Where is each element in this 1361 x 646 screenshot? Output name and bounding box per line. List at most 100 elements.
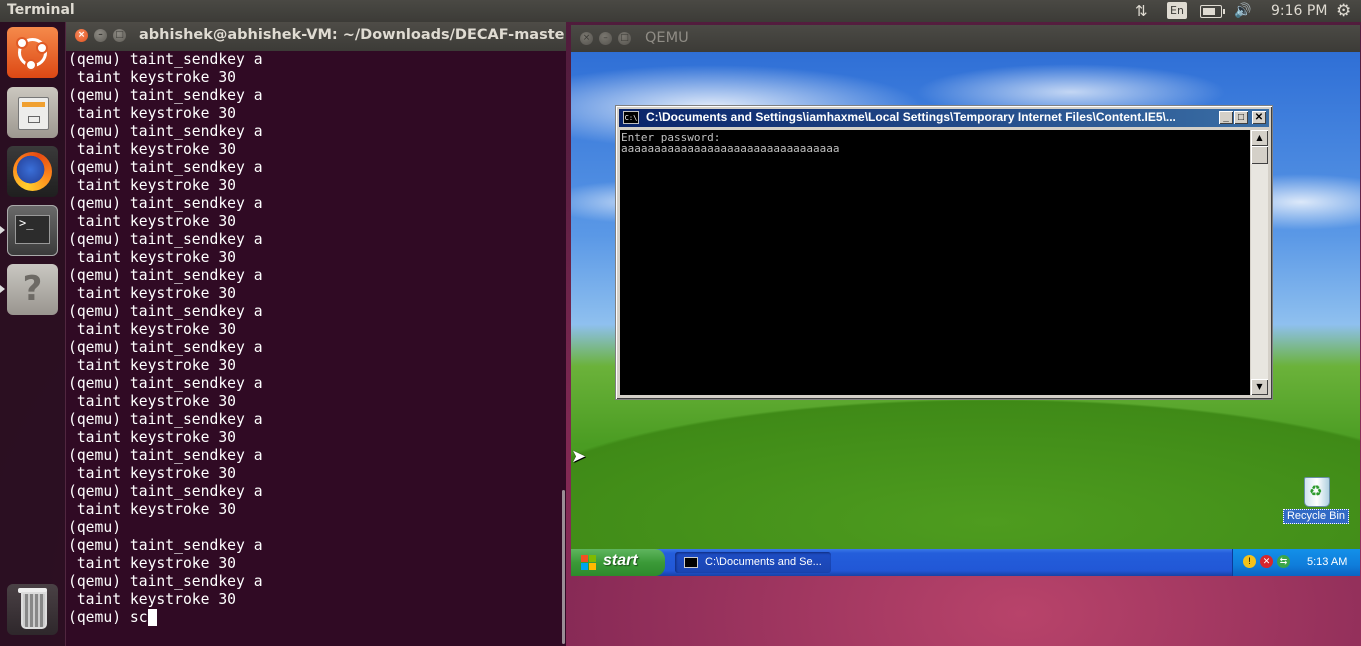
cmd-icon: C:\ xyxy=(623,111,639,124)
windows-flag-icon xyxy=(581,555,597,570)
battery-icon[interactable] xyxy=(1200,5,1225,18)
terminal-line: (qemu) taint_sendkey a xyxy=(68,303,263,320)
terminal-line: taint keystroke 30 xyxy=(68,141,237,158)
terminal-line: taint keystroke 30 xyxy=(68,393,237,410)
clock[interactable]: 9:16 PM xyxy=(1271,0,1327,22)
terminal-window[interactable]: × – □ abhishek@abhishek-VM: ~/Downloads/… xyxy=(66,22,566,646)
ubuntu-logo-dot xyxy=(16,37,28,49)
terminal-line: taint keystroke 30 xyxy=(68,177,237,194)
guest-desktop[interactable]: C:\ C:\Documents and Settings\iamhaxme\L… xyxy=(571,52,1360,576)
terminal-line: (qemu) taint_sendkey a xyxy=(68,159,263,176)
help-icon[interactable]: ? xyxy=(7,264,58,315)
terminal-line: (qemu) xyxy=(68,519,122,536)
mouse-pointer-icon: ➤ xyxy=(571,446,587,467)
security-alert-icon[interactable]: ✕ xyxy=(1260,555,1273,568)
firefox-globe-graphic xyxy=(13,152,52,191)
terminal-line: (qemu) taint_sendkey a xyxy=(68,339,263,356)
keyboard-layout-indicator[interactable]: En xyxy=(1167,2,1187,19)
scroll-up-arrow-icon[interactable]: ▲ xyxy=(1251,130,1268,146)
terminal-window-title: abhishek@abhishek-VM: ~/Downloads/DECAF-… xyxy=(139,27,564,43)
recycle-bin-icon xyxy=(1304,477,1330,507)
trash-can xyxy=(21,592,47,629)
maximize-button[interactable]: □ xyxy=(113,29,126,42)
terminal-icon[interactable]: >_ xyxy=(7,205,58,256)
running-app-pip xyxy=(0,226,5,234)
sound-icon[interactable]: 🔊 xyxy=(1234,0,1251,22)
firefox-icon[interactable] xyxy=(7,146,58,197)
cmd-minimize-button[interactable]: _ xyxy=(1219,111,1233,124)
terminal-line: (qemu) taint_sendkey a xyxy=(68,483,263,500)
terminal-line: (qemu) taint_sendkey a xyxy=(68,411,263,428)
guest-clock: 5:13 AM xyxy=(1307,556,1348,568)
qemu-window[interactable]: × – □ QEMU C:\ C:\Documents and Settings… xyxy=(571,25,1360,576)
start-label: start xyxy=(603,552,638,569)
terminal-line: taint keystroke 30 xyxy=(68,555,237,572)
terminal-scrollbar[interactable] xyxy=(562,490,565,644)
taskbar-task-cmd[interactable]: C:\Documents and Se... xyxy=(675,552,831,573)
scroll-down-arrow-icon[interactable]: ▼ xyxy=(1251,379,1268,395)
terminal-line: (qemu) taint_sendkey a xyxy=(68,87,263,104)
terminal-line: taint keystroke 30 xyxy=(68,105,237,122)
security-shield-icon[interactable]: ! xyxy=(1243,555,1256,568)
cmd-close-button[interactable]: ✕ xyxy=(1252,111,1266,124)
cmd-maximize-button[interactable]: □ xyxy=(1234,111,1248,124)
qemu-titlebar[interactable]: × – □ QEMU xyxy=(571,25,1360,52)
terminal-line: taint keystroke 30 xyxy=(68,285,237,302)
cmd-task-icon xyxy=(684,557,698,568)
network-tray-icon[interactable]: ⇆ xyxy=(1277,555,1290,568)
ubuntu-logo-dot xyxy=(36,42,48,54)
terminal-prompt-text: (qemu) sc xyxy=(68,609,148,626)
terminal-line: taint keystroke 30 xyxy=(68,357,237,374)
terminal-line: (qemu) taint_sendkey a xyxy=(68,375,263,392)
terminal-line: taint keystroke 30 xyxy=(68,591,237,608)
console-line: aaaaaaaaaaaaaaaaaaaaaaaaaaaaaaaaa xyxy=(621,142,840,155)
terminal-line: (qemu) taint_sendkey a xyxy=(68,447,263,464)
minimize-button[interactable]: – xyxy=(94,29,107,42)
terminal-line: taint keystroke 30 xyxy=(68,501,237,518)
terminal-prompt-line[interactable]: (qemu) sc xyxy=(66,609,560,627)
start-button[interactable]: start xyxy=(571,549,665,576)
terminal-output[interactable]: (qemu) taint_sendkey a taint keystroke 3… xyxy=(66,51,560,646)
settings-gear-icon[interactable]: ⚙ xyxy=(1336,0,1351,22)
cmd-window[interactable]: C:\ C:\Documents and Settings\iamhaxme\L… xyxy=(615,105,1273,400)
cmd-window-title: C:\Documents and Settings\iamhaxme\Local… xyxy=(646,110,1176,124)
terminal-line: (qemu) taint_sendkey a xyxy=(68,51,263,68)
close-button[interactable]: × xyxy=(75,29,88,42)
system-tray: ! ✕ ⇆ 5:13 AM xyxy=(1232,549,1360,576)
terminal-line: (qemu) taint_sendkey a xyxy=(68,195,263,212)
trash-icon[interactable] xyxy=(7,584,58,635)
recycle-bin-shortcut[interactable]: Recycle Bin xyxy=(1283,477,1349,527)
launcher: >_ ? xyxy=(0,22,66,646)
qemu-window-title: QEMU xyxy=(645,30,689,46)
ubuntu-dash-icon[interactable] xyxy=(7,27,58,78)
terminal-line: taint keystroke 30 xyxy=(68,321,237,338)
help-question-glyph: ? xyxy=(22,269,43,309)
running-app-pip xyxy=(0,285,5,293)
terminal-line: (qemu) taint_sendkey a xyxy=(68,231,263,248)
terminal-line: (qemu) taint_sendkey a xyxy=(68,267,263,284)
files-drawer-graphic xyxy=(18,97,49,130)
terminal-titlebar[interactable]: × – □ abhishek@abhishek-VM: ~/Downloads/… xyxy=(66,22,566,51)
network-indicator-icon[interactable]: ⇅ xyxy=(1135,0,1148,22)
terminal-line: (qemu) taint_sendkey a xyxy=(68,573,263,590)
maximize-button[interactable]: □ xyxy=(618,32,631,45)
cmd-vertical-scrollbar[interactable]: ▲ ▼ xyxy=(1251,130,1268,395)
terminal-icon-screen: >_ xyxy=(15,215,50,244)
ubuntu-logo-dot xyxy=(25,59,37,71)
cmd-console-output[interactable]: Enter password: aaaaaaaaaaaaaaaaaaaaaaaaa… xyxy=(620,130,1250,395)
terminal-line: taint keystroke 30 xyxy=(68,69,237,86)
top-panel: Terminal ⇅ En 🔊 9:16 PM ⚙ xyxy=(0,0,1361,22)
scroll-thumb[interactable] xyxy=(1251,146,1268,164)
files-icon[interactable] xyxy=(7,87,58,138)
terminal-line: (qemu) taint_sendkey a xyxy=(68,537,263,554)
terminal-line: taint keystroke 30 xyxy=(68,213,237,230)
minimize-button[interactable]: – xyxy=(599,32,612,45)
text-cursor xyxy=(147,609,157,626)
terminal-line: taint keystroke 30 xyxy=(68,465,237,482)
close-button[interactable]: × xyxy=(580,32,593,45)
active-app-title: Terminal xyxy=(7,2,75,18)
taskbar-task-label: C:\Documents and Se... xyxy=(705,556,822,568)
terminal-line: taint keystroke 30 xyxy=(68,249,237,266)
cmd-titlebar[interactable]: C:\ C:\Documents and Settings\iamhaxme\L… xyxy=(619,109,1269,127)
terminal-line: taint keystroke 30 xyxy=(68,429,237,446)
